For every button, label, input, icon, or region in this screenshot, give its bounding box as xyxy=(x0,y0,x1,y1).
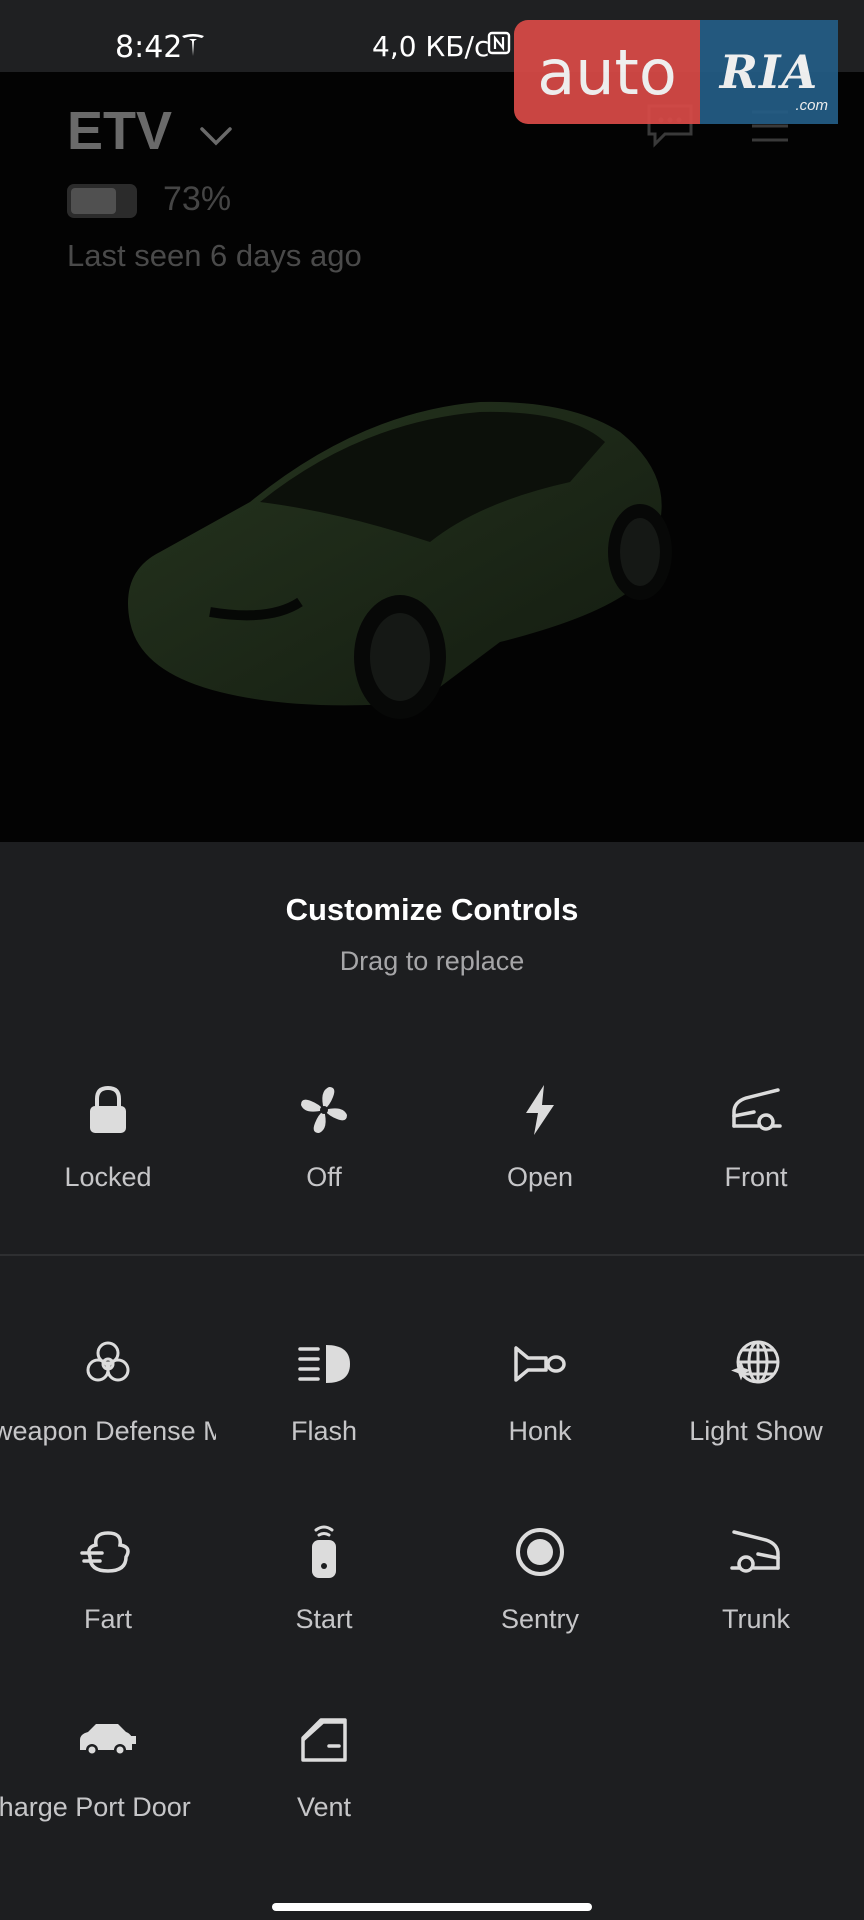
control-fart[interactable]: Fart xyxy=(0,1524,216,1635)
vehicle-name[interactable]: ETV xyxy=(67,100,172,162)
control-label: Fart xyxy=(83,1604,132,1634)
control-trunk[interactable]: Trunk xyxy=(648,1524,864,1635)
status-time: 8:42 xyxy=(115,30,183,65)
pinned-control-locked[interactable]: Locked xyxy=(0,1082,216,1193)
horn-icon xyxy=(432,1336,648,1392)
control-label: Sentry xyxy=(500,1604,580,1634)
control-label: Trunk xyxy=(721,1604,790,1634)
control-label: Off xyxy=(306,1162,342,1192)
sheet-subtitle: Drag to replace xyxy=(339,946,525,976)
nfc-icon xyxy=(486,30,512,61)
control-start[interactable]: Start xyxy=(216,1524,432,1635)
watermark-ria: RIA .com xyxy=(700,20,838,124)
watermark-com-text: .com xyxy=(795,97,828,114)
chevron-down-icon[interactable] xyxy=(196,116,236,161)
control-label: Flash xyxy=(290,1416,358,1446)
control-honk[interactable]: Honk xyxy=(432,1336,648,1447)
control-label: Vent xyxy=(296,1792,352,1822)
car-image xyxy=(100,372,760,727)
battery-icon xyxy=(67,184,137,218)
vehicle-hero: ETV 73% Last seen 6 days ago xyxy=(0,72,864,842)
section-divider xyxy=(0,1254,864,1256)
control-label: Front xyxy=(724,1162,788,1192)
control-label: Light Show xyxy=(689,1416,823,1446)
watermark-ria-text: RIA xyxy=(719,45,819,99)
status-icons xyxy=(486,30,512,61)
disco-ball-icon xyxy=(648,1336,864,1392)
control-label: Charge Port Door xyxy=(0,1792,191,1822)
control-label: Bioweapon Defense Mode xyxy=(0,1416,216,1446)
trunk-icon xyxy=(648,1524,864,1580)
sheet-title: Customize Controls xyxy=(285,892,579,927)
control-label: Locked xyxy=(64,1162,152,1192)
last-seen-text: Last seen 6 days ago xyxy=(67,238,362,273)
tesla-icon xyxy=(180,32,206,63)
lightning-icon xyxy=(432,1082,648,1138)
fart-icon xyxy=(0,1524,216,1580)
autoria-watermark: auto RIA .com xyxy=(514,20,838,124)
biohazard-icon xyxy=(0,1336,216,1392)
home-indicator[interactable] xyxy=(272,1903,592,1911)
watermark-auto: auto xyxy=(514,20,700,124)
control-label: Honk xyxy=(508,1416,572,1446)
fan-icon xyxy=(216,1082,432,1138)
headlight-icon xyxy=(216,1336,432,1392)
pinned-control-charge[interactable]: Open xyxy=(432,1082,648,1193)
customize-controls-sheet: Customize Controls Drag to replace Locke… xyxy=(0,842,864,1920)
control-vent[interactable]: Vent xyxy=(216,1712,432,1823)
control-label: Open xyxy=(506,1162,574,1192)
control-light-show[interactable]: Light Show xyxy=(648,1336,864,1447)
pinned-control-fan[interactable]: Off xyxy=(216,1082,432,1193)
key-fob-icon xyxy=(216,1524,432,1580)
control-label: Start xyxy=(295,1604,353,1634)
control-sentry[interactable]: Sentry xyxy=(432,1524,648,1635)
network-speed: 4,0 КБ/с xyxy=(372,30,490,63)
vent-window-icon xyxy=(216,1712,432,1768)
charge-port-icon xyxy=(0,1712,216,1768)
control-bioweapon-defense-mode[interactable]: Bioweapon Defense Mode xyxy=(0,1336,216,1447)
pinned-control-frunk[interactable]: Front xyxy=(648,1082,864,1193)
sentry-icon xyxy=(432,1524,648,1580)
control-charge-port-door[interactable]: Charge Port Door xyxy=(0,1712,216,1823)
lock-icon xyxy=(0,1082,216,1138)
frunk-icon xyxy=(648,1082,864,1138)
control-flash[interactable]: Flash xyxy=(216,1336,432,1447)
battery-percent: 73% xyxy=(163,180,232,218)
battery-level-fill xyxy=(71,188,116,214)
